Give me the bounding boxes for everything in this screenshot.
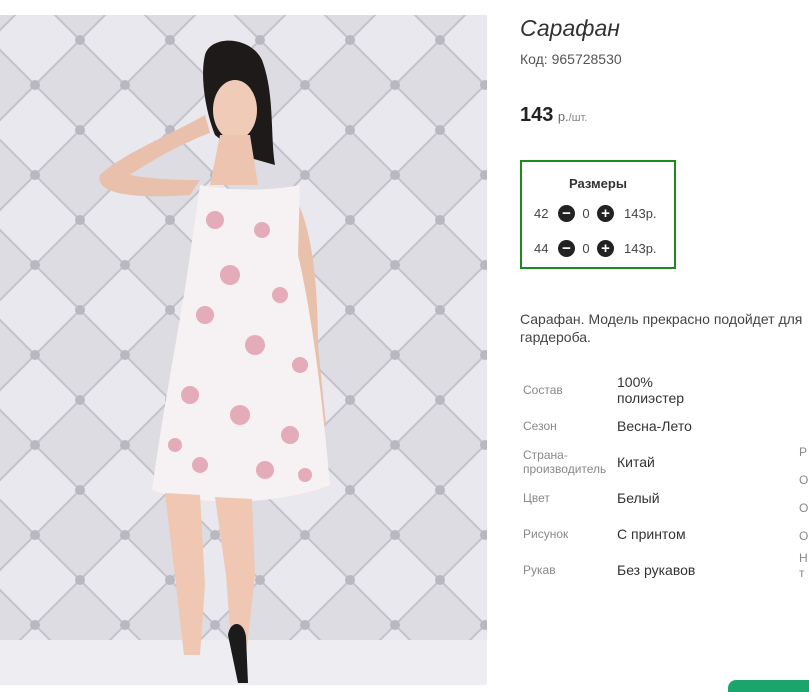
size-price: 143р. [624, 205, 657, 221]
right-column-fragment: Н [799, 551, 808, 565]
property-key: Состав [523, 383, 563, 397]
right-column-fragment: О [799, 501, 809, 515]
size-row: 44 − 0 + 143р. [534, 238, 657, 258]
property-value: С принтом [617, 526, 686, 542]
price-per-unit: /шт. [568, 112, 588, 124]
properties-table: Состав 100% полиэстер Сезон Весна-Лето С… [520, 372, 700, 588]
product-photo[interactable] [0, 15, 487, 685]
product-price: 143 р./шт. [520, 104, 587, 127]
price-currency: р. [557, 109, 569, 124]
product-title: Сарафан [520, 15, 620, 41]
sizes-box: Размеры 42 − 0 + 143р. 44 − 0 + 143р. [520, 160, 676, 269]
property-value: 100% полиэстер [617, 374, 685, 406]
right-column-fragment: О [799, 473, 809, 487]
property-row: Цвет Белый [520, 480, 700, 516]
decrease-quantity-button[interactable]: − [558, 204, 575, 222]
right-column-fragment: Р [799, 445, 808, 459]
property-key: Цвет [523, 491, 550, 505]
price-value: 143 [520, 104, 554, 126]
right-column-fragment: О [799, 529, 809, 543]
quantity-value: 0 [582, 240, 590, 256]
increase-quantity-button[interactable]: + [597, 204, 614, 222]
quantity-value: 0 [582, 205, 590, 221]
property-row: Страна-производитель Китай [520, 444, 700, 480]
property-row: Состав 100% полиэстер [520, 372, 700, 408]
product-code: Код: 965728530 [520, 51, 622, 67]
size-label: 42 [534, 205, 549, 221]
property-key: Сезон [523, 419, 557, 433]
property-row: Сезон Весна-Лето [520, 408, 700, 444]
property-row: Рисунок С принтом [520, 516, 700, 552]
increase-quantity-button[interactable]: + [597, 239, 614, 257]
property-value: Белый [617, 490, 660, 506]
size-row: 42 − 0 + 143р. [534, 203, 657, 223]
property-key: Страна-производитель [523, 448, 607, 476]
size-label: 44 [534, 240, 549, 256]
sizes-header: Размеры [569, 176, 627, 191]
floating-chat-tab[interactable] [728, 680, 809, 692]
property-value: Китай [617, 454, 655, 470]
property-key: Рукав [523, 563, 556, 577]
decrease-quantity-button[interactable]: − [558, 239, 575, 257]
product-description: Сарафан. Модель прекрасно подойдет для г… [520, 311, 803, 345]
property-value: Весна-Лето [617, 418, 692, 434]
property-row: Рукав Без рукавов [520, 552, 700, 588]
property-key: Рисунок [523, 527, 569, 541]
size-price: 143р. [624, 240, 657, 256]
property-value: Без рукавов [617, 562, 696, 578]
right-column-fragment: т [799, 566, 805, 580]
